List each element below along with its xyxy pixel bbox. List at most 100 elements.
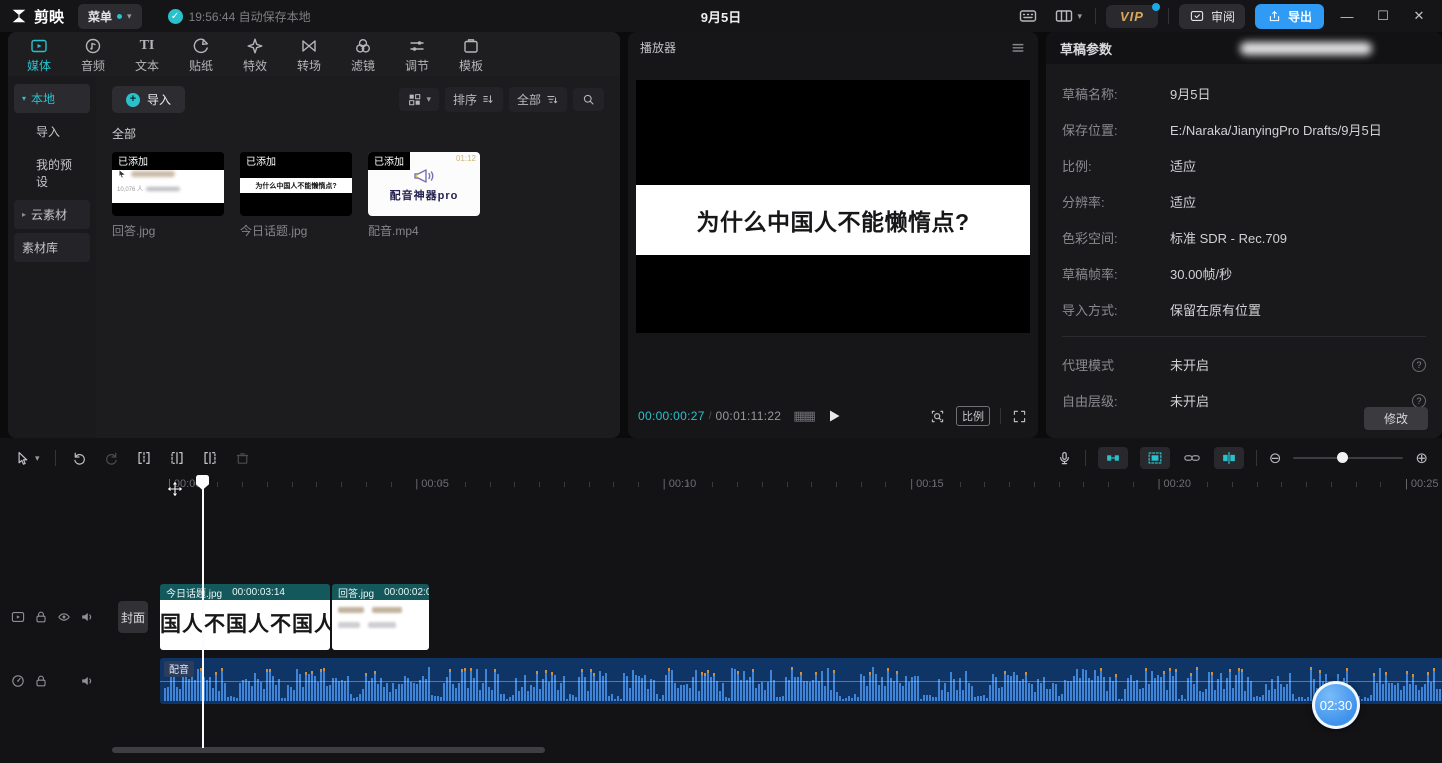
- redo-button[interactable]: [103, 450, 120, 467]
- select-tool-button[interactable]: ▾: [14, 450, 40, 467]
- shortcut-keyboard-icon[interactable]: [1015, 3, 1041, 29]
- param-label: 自由层级:: [1062, 391, 1170, 410]
- lock-icon[interactable]: [33, 673, 49, 689]
- thumb-banner-text: 为什么中国人不能懒惰点?: [255, 181, 336, 191]
- waveform-centerline: [160, 681, 1442, 682]
- clip-name: 回答.jpg: [338, 585, 374, 600]
- audio-clip-label: 配音: [164, 661, 194, 677]
- menu-button[interactable]: 菜单 ▾: [78, 4, 142, 29]
- tab-effects[interactable]: 特效: [228, 35, 282, 74]
- split-button[interactable]: [135, 449, 153, 467]
- filter-button[interactable]: 全部: [509, 87, 567, 112]
- adjust-tab-icon: [407, 37, 427, 55]
- timeline-clip-answer[interactable]: 回答.jpg 00:00:02:00: [332, 584, 429, 650]
- search-button[interactable]: [573, 88, 604, 111]
- video-preview[interactable]: 为什么中国人不能懒惰点?: [636, 80, 1030, 333]
- delete-button[interactable]: [234, 450, 251, 467]
- nav-label: 导入: [36, 123, 60, 140]
- fullscreen-icon[interactable]: [1011, 408, 1028, 425]
- mute-speaker-icon[interactable]: [79, 609, 95, 625]
- media-item-voiceover[interactable]: 配音神器pro 01:12 已添加 配音.mp4: [368, 152, 480, 239]
- modify-button[interactable]: 修改: [1364, 407, 1428, 430]
- menu-button-label: 菜单: [88, 8, 112, 25]
- tab-audio[interactable]: 音频: [66, 35, 120, 74]
- tab-template[interactable]: 模板: [444, 35, 498, 74]
- frame-preview-icon[interactable]: ▦▦: [793, 408, 814, 424]
- export-button[interactable]: 导出: [1255, 4, 1324, 29]
- play-button[interactable]: [823, 406, 843, 426]
- snap-toggle-button[interactable]: [1098, 447, 1128, 469]
- tab-text[interactable]: TI 文本: [120, 35, 174, 74]
- param-label: 色彩空间:: [1062, 228, 1170, 247]
- sort-button[interactable]: 排序: [445, 87, 503, 112]
- tab-adjust[interactable]: 调节: [390, 35, 444, 74]
- zoom-out-button[interactable]: ⊖: [1269, 451, 1282, 466]
- horizontal-scrollbar[interactable]: [112, 747, 545, 753]
- layout-switch-icon[interactable]: ▾: [1051, 3, 1085, 29]
- import-button[interactable]: + 导入: [112, 86, 185, 113]
- media-item-topic[interactable]: 已添加 为什么中国人不能懒惰点? 今日话题.jpg: [240, 152, 352, 239]
- preview-quality-icon[interactable]: [929, 408, 946, 425]
- help-icon[interactable]: ?: [1412, 394, 1426, 408]
- media-thumbnail: 配音神器pro 01:12 已添加: [368, 152, 480, 216]
- timeline-ruler[interactable]: | 00:00| 00:05| 00:10| 00:15| 00:20| 00:…: [0, 474, 1442, 496]
- param-value: 适应: [1170, 192, 1196, 211]
- tab-transition[interactable]: 转场: [282, 35, 336, 74]
- media-item-caption: 回答.jpg: [112, 222, 224, 239]
- param-label: 分辨率:: [1062, 192, 1170, 211]
- split-right-button[interactable]: [201, 449, 219, 467]
- tab-filter[interactable]: 滤镜: [336, 35, 390, 74]
- timecode-separator: /: [709, 411, 712, 422]
- maximize-button[interactable]: ☐: [1370, 8, 1396, 24]
- undo-button[interactable]: [71, 450, 88, 467]
- player-menu-icon[interactable]: [1010, 39, 1026, 55]
- view-mode-button[interactable]: ▾: [399, 88, 439, 111]
- tab-media[interactable]: 媒体: [12, 35, 66, 74]
- param-label: 草稿名称:: [1062, 84, 1170, 103]
- media-item-caption: 配音.mp4: [368, 222, 480, 239]
- template-tab-icon: [461, 37, 481, 55]
- tab-sticker[interactable]: 贴纸: [174, 35, 228, 74]
- slider-knob[interactable]: [1337, 452, 1348, 463]
- added-badge: 已添加: [112, 152, 224, 170]
- media-thumbnail: 已添加 10,076 人: [112, 152, 224, 216]
- param-label: 比例:: [1062, 156, 1170, 175]
- divider: [1085, 450, 1086, 466]
- menu-notification-dot: [117, 14, 122, 19]
- close-button[interactable]: ✕: [1406, 8, 1432, 24]
- record-voiceover-button[interactable]: [1056, 450, 1073, 467]
- mute-speaker-icon[interactable]: [79, 673, 95, 689]
- nav-item-cloud-material[interactable]: ▸ 云素材: [14, 200, 90, 229]
- preview-frame-toggle-button[interactable]: [1140, 447, 1170, 469]
- param-value: E:/Naraka/JianyingPro Drafts/9月5日: [1170, 120, 1382, 139]
- split-left-button[interactable]: [168, 449, 186, 467]
- nav-item-my-presets[interactable]: 我的预设: [14, 150, 90, 196]
- media-item-answer[interactable]: 已添加 10,076 人: [112, 152, 224, 239]
- minimize-button[interactable]: —: [1334, 9, 1360, 24]
- video-title-banner: 为什么中国人不能懒惰点?: [636, 185, 1030, 255]
- clip-duration: 00:00:03:14: [232, 587, 285, 598]
- vip-button[interactable]: VIP: [1106, 5, 1158, 28]
- zoom-in-button[interactable]: ⊕: [1415, 451, 1428, 466]
- timeline: ▾: [0, 438, 1442, 763]
- eye-visibility-icon[interactable]: [56, 609, 72, 625]
- thumbnail-banner: 为什么中国人不能懒惰点?: [240, 178, 352, 193]
- playhead-line[interactable]: [202, 488, 204, 748]
- lock-icon[interactable]: [33, 609, 49, 625]
- nav-item-import[interactable]: 导入: [14, 117, 90, 146]
- review-button[interactable]: 审阅: [1179, 4, 1245, 29]
- param-label: 导入方式:: [1062, 300, 1170, 319]
- param-row: 草稿名称:9月5日: [1062, 84, 1426, 103]
- ruler-time-label: | 00:10: [663, 478, 696, 490]
- link-toggle-button[interactable]: [1182, 449, 1202, 467]
- timeline-clip-topic[interactable]: 今日话题.jpg 00:00:03:14 国人不国人不国人不国人: [160, 584, 330, 650]
- preview-axis-toggle-button[interactable]: [1214, 447, 1244, 469]
- ratio-button[interactable]: 比例: [956, 406, 990, 426]
- cover-button[interactable]: 封面: [118, 601, 148, 633]
- review-icon: [1189, 8, 1205, 24]
- nav-item-local[interactable]: ▾ 本地: [14, 84, 90, 113]
- video-track-header: [0, 584, 112, 650]
- nav-item-material-library[interactable]: 素材库: [14, 233, 90, 262]
- help-icon[interactable]: ?: [1412, 358, 1426, 372]
- timeline-zoom-slider[interactable]: [1293, 457, 1403, 459]
